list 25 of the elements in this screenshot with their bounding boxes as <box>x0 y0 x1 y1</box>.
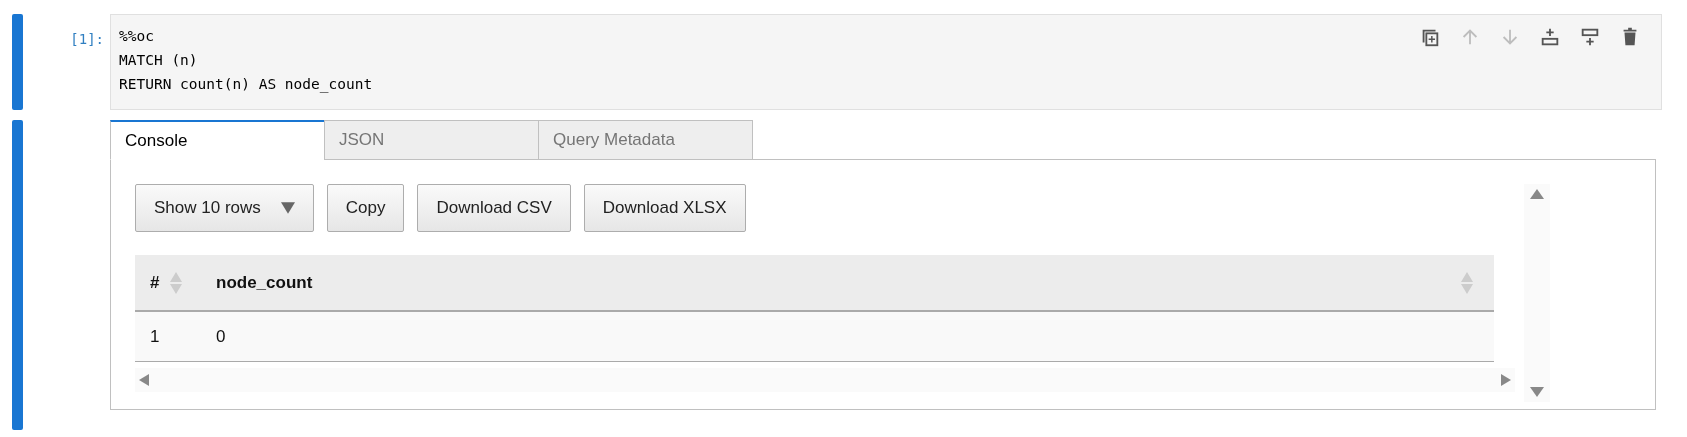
export-button[interactable]: Download XLSX <box>583 184 746 232</box>
code-line: %%oc <box>119 27 155 46</box>
tab[interactable]: JSON <box>324 120 539 160</box>
scroll-down-icon[interactable] <box>1530 386 1544 398</box>
rows-dropdown[interactable]: Show 10 rows <box>135 184 314 232</box>
code-input[interactable]: %%oc MATCH (n) RETURN count(n) AS node_count <box>110 14 1662 110</box>
horizontal-scrollbar[interactable] <box>135 368 1515 392</box>
code-line: RETURN count(n) AS node_count <box>119 75 373 95</box>
vertical-scrollbar[interactable] <box>1524 184 1550 402</box>
caret-icon <box>280 202 295 214</box>
tab[interactable]: Query Metadata <box>538 120 753 160</box>
column-header[interactable]: # <box>150 272 160 293</box>
insert-below-icon[interactable] <box>1579 26 1601 48</box>
export-button[interactable]: Copy <box>326 184 405 232</box>
column-header[interactable]: node_count <box>216 272 313 293</box>
code-line: MATCH (n) <box>119 51 199 70</box>
export-button[interactable]: Download CSV <box>417 184 571 232</box>
tab[interactable]: Console <box>110 120 325 160</box>
scroll-left-icon[interactable] <box>139 374 149 386</box>
insert-above-icon[interactable] <box>1539 26 1561 48</box>
scroll-up-icon[interactable] <box>1530 188 1544 200</box>
table-cell: 1 <box>150 326 160 346</box>
scroll-right-icon[interactable] <box>1501 374 1511 386</box>
cell-prompt: [1]: <box>69 30 105 49</box>
table-cell: 0 <box>216 326 226 346</box>
